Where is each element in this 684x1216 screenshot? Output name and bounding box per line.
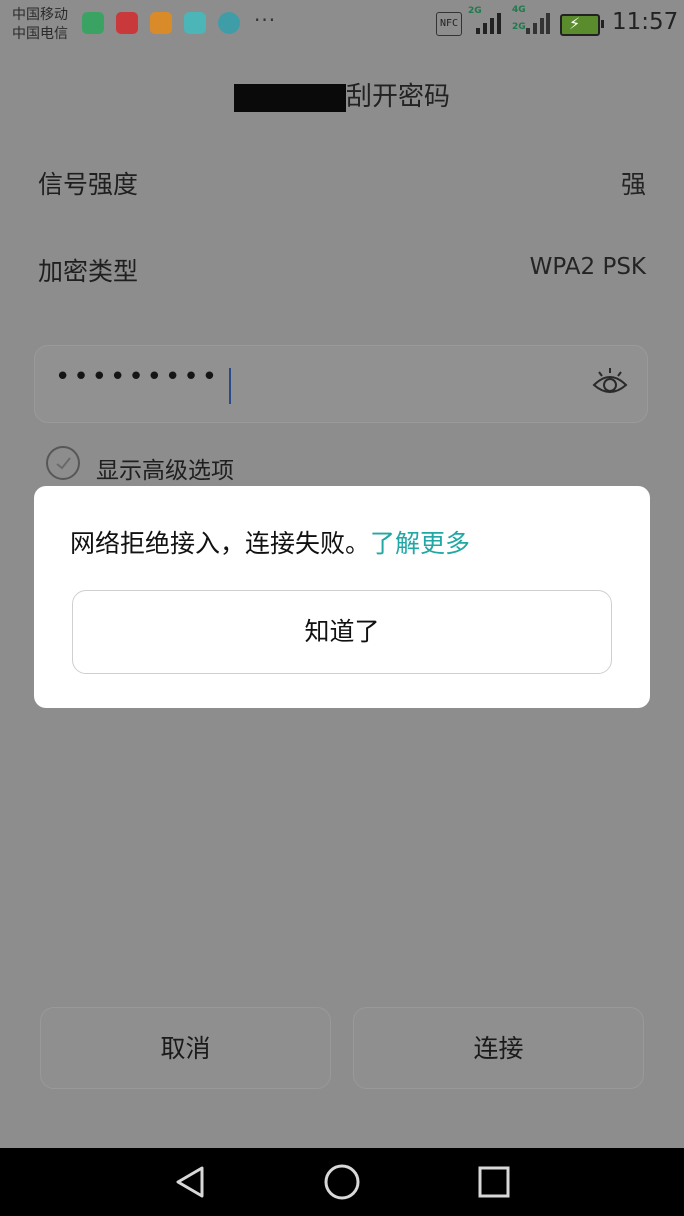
signal-strength-row: 信号强度 强 [38, 165, 646, 205]
eye-icon[interactable] [591, 366, 629, 400]
app-notification-icon [218, 12, 240, 34]
app-notification-icon [150, 12, 172, 34]
back-icon[interactable] [172, 1164, 208, 1200]
encryption-type-row: 加密类型 WPA2 PSK [38, 252, 646, 292]
status-bar: 中国移动 中国电信 ··· NFC 2G 4G 2G ⚡ 11:57 [0, 0, 684, 50]
dialog-message: 网络拒绝接入，连接失败。了解更多 [70, 524, 470, 560]
checkbox-circle[interactable] [46, 446, 80, 480]
password-input-value[interactable]: ••••••••• [55, 362, 220, 392]
page-title-text: 刮开密码 [345, 82, 450, 112]
recent-apps-icon[interactable] [476, 1164, 512, 1200]
nfc-icon: NFC [436, 12, 462, 36]
carrier-2: 中国电信 [12, 26, 68, 42]
password-field[interactable]: ••••••••• [34, 345, 648, 423]
huawei-icon [116, 12, 138, 34]
more-notifications-icon: ··· [254, 8, 277, 32]
encryption-type-label: 加密类型 [38, 257, 139, 286]
page-title: 刮开密码 [0, 76, 684, 113]
error-dialog: 网络拒绝接入，连接失败。了解更多 知道了 [34, 486, 650, 708]
got-it-button[interactable]: 知道了 [72, 590, 612, 674]
encryption-type-value: WPA2 PSK [529, 254, 646, 280]
carrier-1: 中国移动 [12, 7, 68, 23]
dialog-message-text: 网络拒绝接入，连接失败。 [70, 529, 371, 558]
screen: 中国移动 中国电信 ··· NFC 2G 4G 2G ⚡ 11:57 刮开密码 … [0, 0, 684, 1148]
battery-icon: ⚡ [560, 14, 604, 36]
signal-icon [526, 13, 550, 34]
text-cursor [229, 368, 231, 404]
app-notification-icon [184, 12, 206, 34]
home-icon[interactable] [322, 1162, 362, 1202]
advanced-options-label: 显示高级选项 [96, 458, 234, 484]
connect-button[interactable]: 连接 [353, 1007, 644, 1089]
check-icon [56, 457, 71, 470]
redacted-network-name [233, 83, 346, 112]
clock: 11:57 [612, 9, 679, 35]
signal-strength-value: 强 [620, 170, 646, 199]
cancel-button[interactable]: 取消 [40, 1007, 331, 1089]
app-notification-icon [82, 12, 104, 34]
learn-more-link[interactable]: 了解更多 [370, 529, 470, 558]
signal-icon [476, 13, 501, 34]
navigation-bar [0, 1148, 684, 1216]
signal-strength-label: 信号强度 [38, 170, 139, 199]
